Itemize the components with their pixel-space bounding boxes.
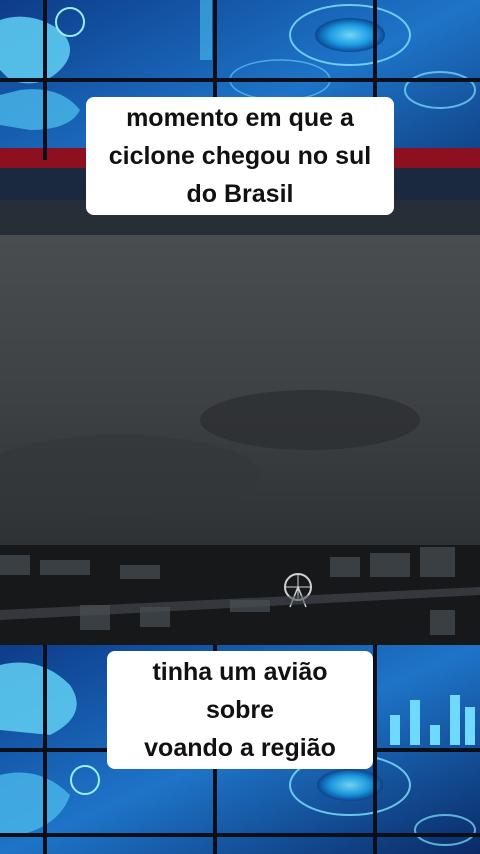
storm-scene [0, 390, 480, 645]
caption-bottom: tinha um avião sobre voando a região [107, 651, 373, 769]
caption-top: momento em que a ciclone chegou no sul d… [86, 97, 394, 215]
storm-video-frame[interactable] [0, 235, 480, 645]
